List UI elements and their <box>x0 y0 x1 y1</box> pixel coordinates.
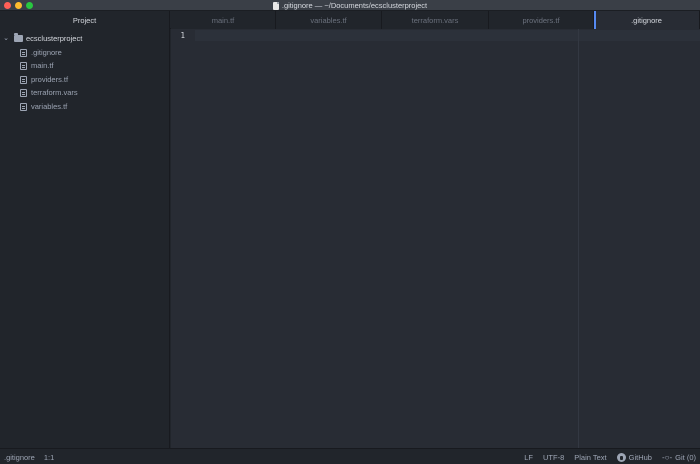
tab-main-tf[interactable]: main.tf <box>171 11 276 29</box>
chevron-down-icon[interactable]: ⌄ <box>2 35 10 43</box>
tab-bar: Project main.tf variables.tf terraform.v… <box>0 11 700 29</box>
status-file-name[interactable]: .gitignore <box>4 453 35 462</box>
project-tree: ⌄ ecsclusterproject .gitignore main.tf p… <box>0 29 170 448</box>
tab-variables-tf[interactable]: variables.tf <box>276 11 382 29</box>
window-title-wrap: .gitignore — ~/Documents/ecsclusterproje… <box>0 0 700 11</box>
root-folder-label: ecsclusterproject <box>26 34 83 43</box>
status-git[interactable]: -○- Git (0) <box>662 453 696 462</box>
github-icon <box>616 452 626 462</box>
line-number-gutter: 1 <box>171 29 195 448</box>
line-number: 1 <box>180 31 185 40</box>
status-cursor-position[interactable]: 1:1 <box>44 453 54 462</box>
status-right: LF UTF-8 Plain Text GitHub -○- Git (0) <box>524 449 696 464</box>
current-line-highlight[interactable] <box>195 30 700 41</box>
tree-item-label: main.tf <box>31 61 54 70</box>
tab-terraform-vars[interactable]: terraform.vars <box>382 11 489 29</box>
file-icon <box>20 48 27 57</box>
project-panel-header: Project <box>0 11 170 29</box>
tree-root-folder[interactable]: ⌄ ecsclusterproject <box>2 32 82 45</box>
file-icon <box>20 61 27 70</box>
status-github[interactable]: GitHub <box>616 452 652 462</box>
tree-item-terraform-vars[interactable]: terraform.vars <box>20 86 78 99</box>
status-git-label: Git (0) <box>675 452 696 462</box>
tree-item-label: providers.tf <box>31 75 69 84</box>
status-bar: .gitignore 1:1 LF UTF-8 Plain Text GitHu… <box>0 448 700 464</box>
tab-providers-tf[interactable]: providers.tf <box>489 11 594 29</box>
status-github-label: GitHub <box>628 452 652 462</box>
window-title-bar: .gitignore — ~/Documents/ecsclusterproje… <box>0 0 700 11</box>
tree-item-providers-tf[interactable]: providers.tf <box>20 73 68 86</box>
file-icon <box>20 88 27 97</box>
status-encoding[interactable]: UTF-8 <box>543 453 564 462</box>
folder-icon <box>14 33 23 42</box>
status-line-ending[interactable]: LF <box>524 453 533 462</box>
tree-item-label: terraform.vars <box>31 88 78 97</box>
status-left: .gitignore 1:1 <box>4 449 54 464</box>
wrap-guide <box>578 29 579 448</box>
tree-item-gitignore[interactable]: .gitignore <box>20 46 62 59</box>
tree-item-main-tf[interactable]: main.tf <box>20 59 54 72</box>
file-icon <box>20 75 27 84</box>
tree-item-label: .gitignore <box>31 48 62 57</box>
git-commit-icon: -○- <box>661 452 673 462</box>
editor-pane[interactable]: 1 <box>171 29 700 448</box>
file-icon <box>20 102 27 111</box>
tree-item-label: variables.tf <box>31 102 68 111</box>
window-title: .gitignore — ~/Documents/ecsclusterproje… <box>281 1 428 10</box>
tab-gitignore[interactable]: .gitignore <box>594 11 700 29</box>
document-icon <box>272 1 279 10</box>
tree-item-variables-tf[interactable]: variables.tf <box>20 100 67 113</box>
status-grammar[interactable]: Plain Text <box>574 453 606 462</box>
